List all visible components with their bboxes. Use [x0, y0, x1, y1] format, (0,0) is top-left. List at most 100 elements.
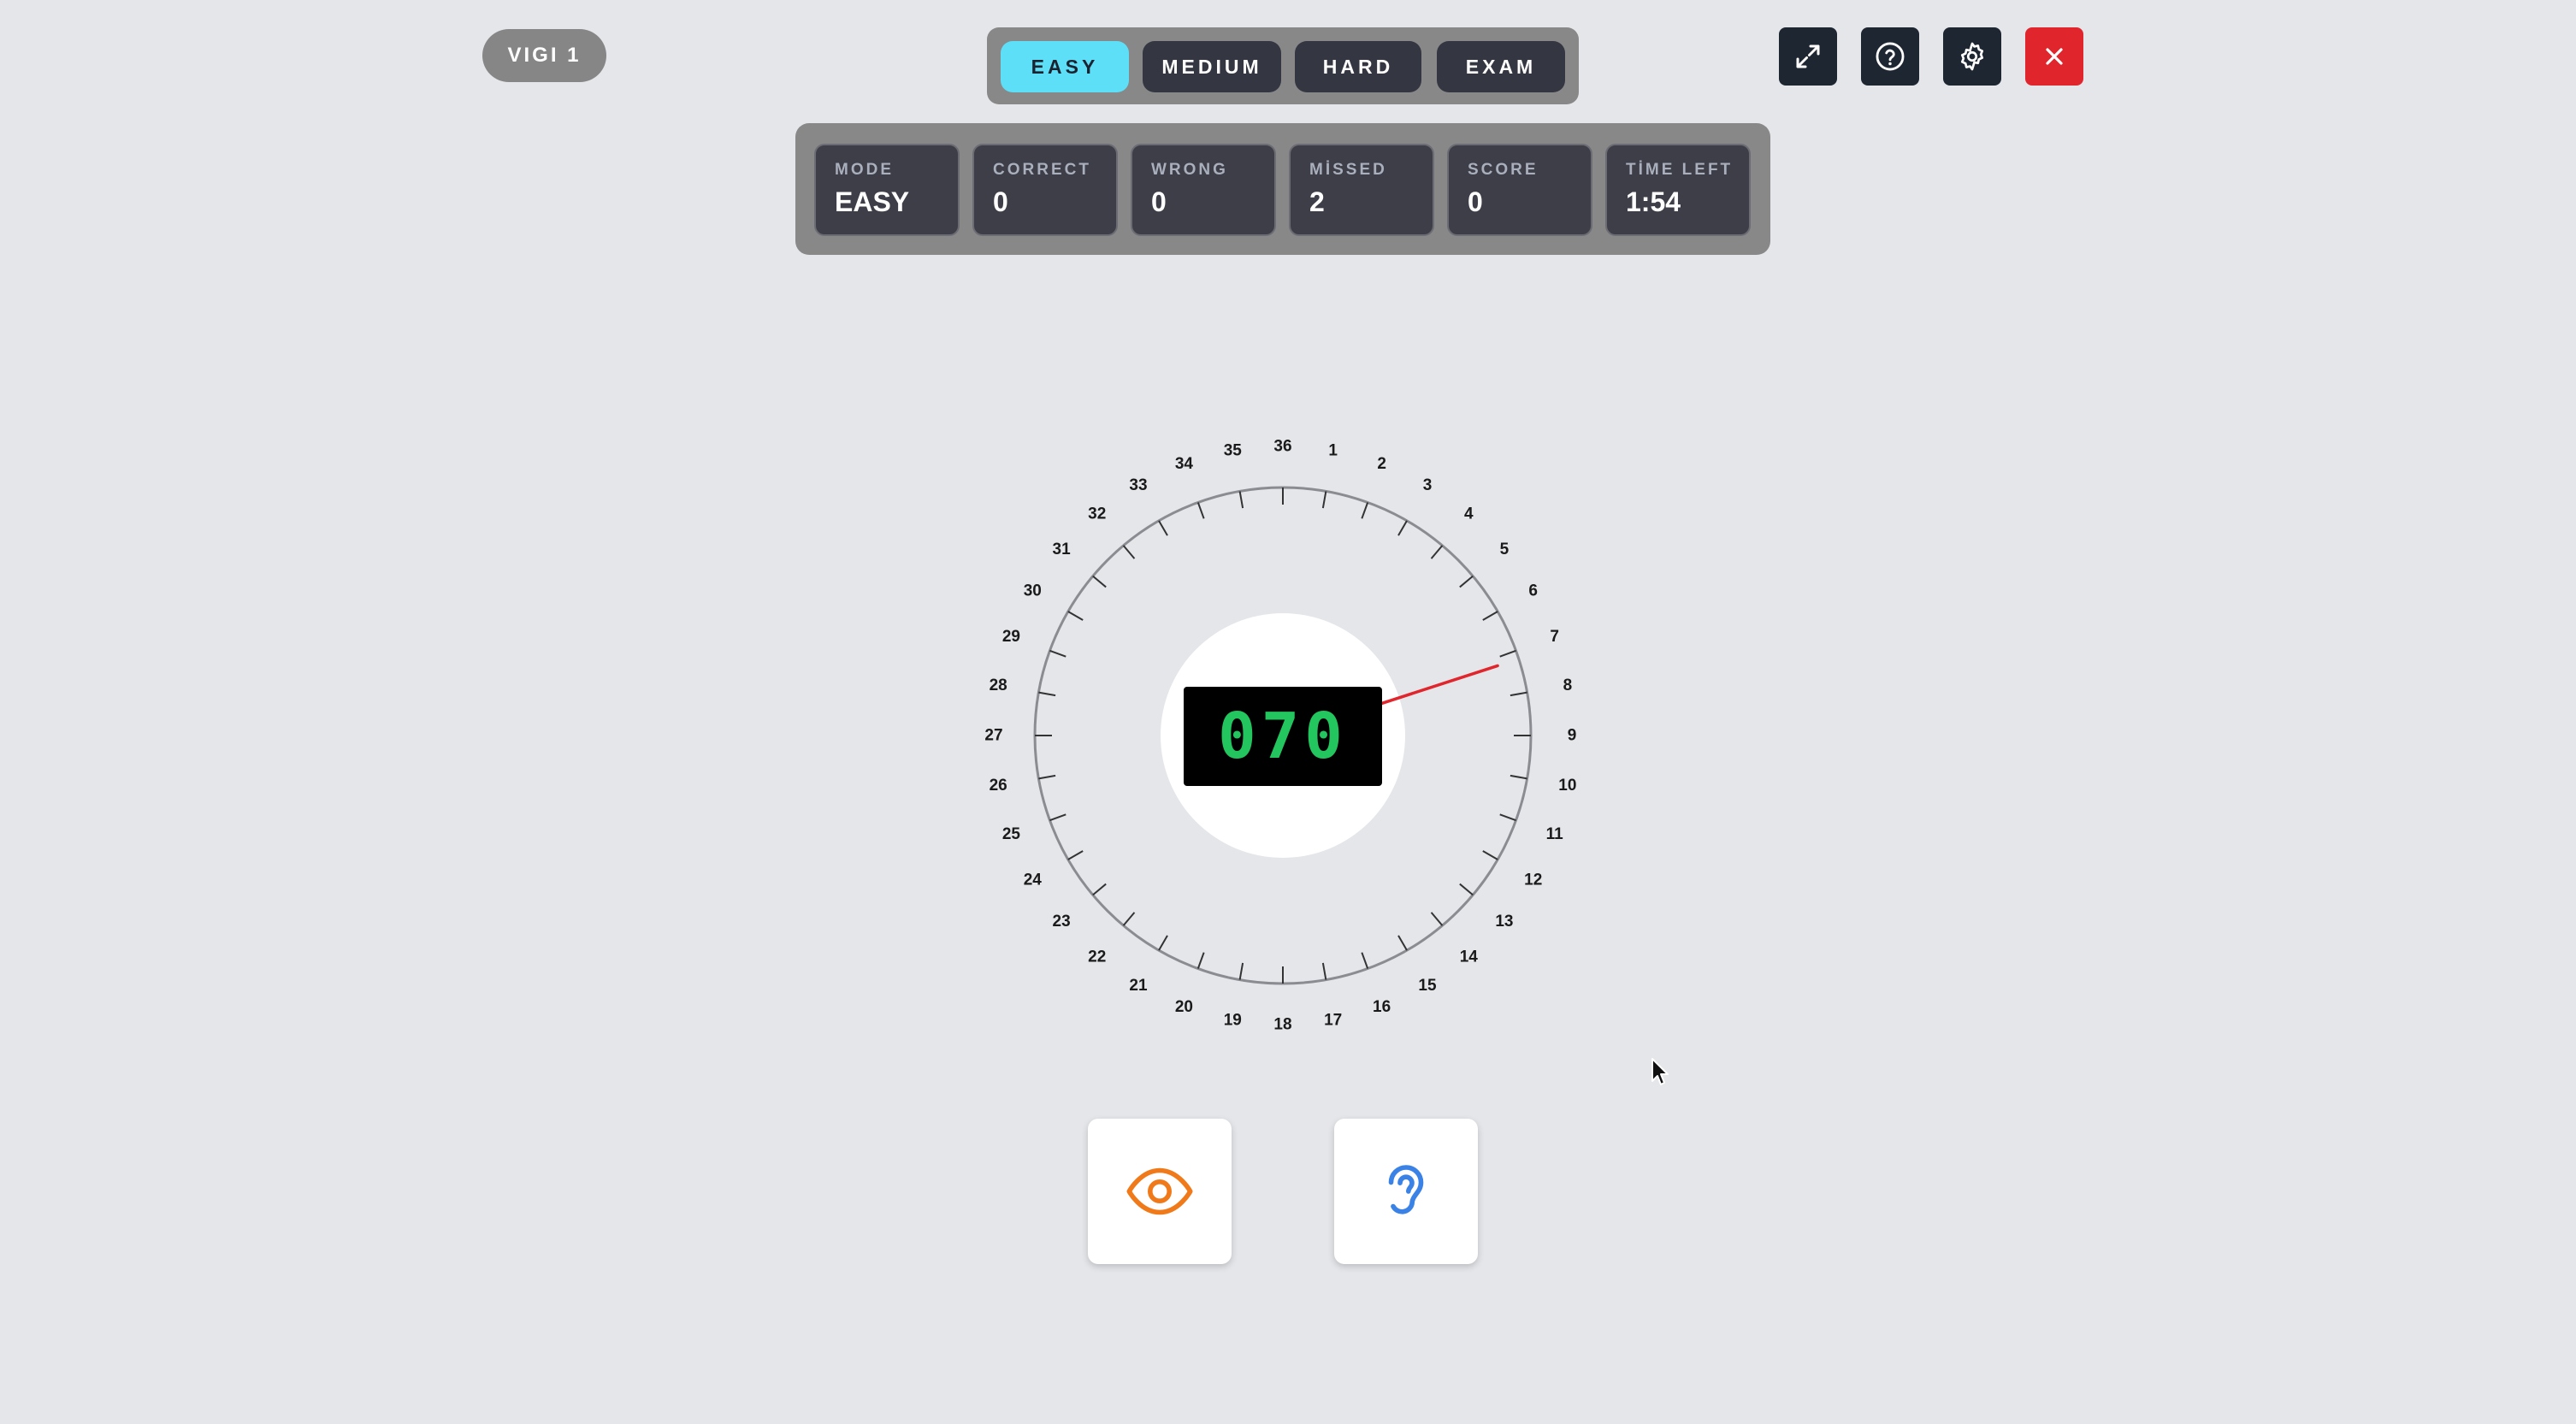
dial-label: 21	[1129, 977, 1148, 995]
dial-label: 17	[1324, 1011, 1342, 1029]
dial-label: 30	[1024, 582, 1042, 600]
dial-label: 9	[1568, 727, 1577, 745]
stat-value: 0	[993, 186, 1008, 217]
dial-label: 16	[1373, 998, 1391, 1016]
dial-label: 25	[1002, 825, 1021, 843]
dial-label: 3	[1423, 476, 1433, 494]
dial-label: 7	[1550, 628, 1559, 646]
stat-wrong: WRONG 0	[1131, 144, 1276, 236]
dial-tick	[1510, 691, 1527, 697]
ear-icon	[1388, 1165, 1424, 1214]
dial-tick	[1238, 491, 1244, 509]
dial-label: 2	[1377, 455, 1386, 473]
dial-label: 33	[1129, 476, 1147, 494]
level-selector: EASY MEDIUM HARD EXAM	[987, 27, 1579, 104]
settings-button[interactable]	[1943, 27, 2001, 86]
stat-label: MİSSED	[1309, 161, 1387, 179]
dial-label: 6	[1528, 582, 1538, 600]
stat-label: WRONG	[1151, 161, 1228, 179]
fullscreen-button[interactable]	[1779, 27, 1837, 86]
stat-time-left: TİME LEFT 1:54	[1605, 144, 1751, 236]
dial-label: 36	[1273, 438, 1291, 456]
audio-response-button[interactable]	[1334, 1119, 1478, 1264]
stats-panel: MODE EASY CORRECT 0 WRONG 0 MİSSED 2 SCO…	[795, 123, 1770, 255]
dial-tick	[1459, 883, 1474, 896]
stat-label: TİME LEFT	[1626, 161, 1734, 179]
eye-icon	[1126, 1167, 1193, 1215]
dial-tick	[1321, 962, 1327, 980]
dial-label: 4	[1464, 505, 1474, 523]
stat-value: 0	[1151, 186, 1167, 217]
visual-response-button[interactable]	[1088, 1119, 1232, 1264]
stat-label: SCORE	[1468, 161, 1539, 179]
dial-tick	[1459, 575, 1474, 588]
heading-display: 070	[1184, 687, 1382, 786]
dial-tick	[1361, 952, 1369, 969]
help-button[interactable]	[1861, 27, 1919, 86]
heading-needle	[1379, 664, 1499, 706]
stat-value: 1:54	[1626, 186, 1681, 217]
stat-value: EASY	[835, 186, 910, 217]
dial-tick	[1158, 520, 1168, 536]
stat-mode: MODE EASY	[814, 144, 960, 236]
dial-label: 28	[990, 677, 1007, 694]
dial-label: 12	[1524, 872, 1542, 889]
dial-tick	[1038, 691, 1056, 697]
dial-tick	[1067, 611, 1084, 621]
stat-value: 0	[1468, 186, 1483, 217]
dial-label: 22	[1088, 948, 1106, 966]
dial-label: 15	[1418, 977, 1437, 995]
dial-tick	[1092, 883, 1107, 896]
dial-label: 35	[1224, 442, 1243, 460]
dial-tick	[1397, 935, 1408, 951]
dial-label: 29	[1002, 628, 1020, 646]
dial-label: 1	[1328, 442, 1338, 460]
dial-label: 26	[990, 777, 1007, 795]
level-medium-button[interactable]: MEDIUM	[1143, 41, 1281, 92]
stat-value: 2	[1309, 186, 1325, 217]
dial-label: 34	[1175, 455, 1194, 473]
dial-tick	[1196, 952, 1205, 969]
level-exam-button[interactable]: EXAM	[1437, 41, 1565, 92]
stat-missed: MİSSED 2	[1289, 144, 1434, 236]
expand-icon	[1796, 44, 1820, 68]
dial-label: 32	[1088, 505, 1106, 523]
dial-tick	[1038, 774, 1056, 780]
dial-tick	[1482, 611, 1498, 621]
dial-label: 11	[1546, 825, 1564, 843]
mouse-cursor-icon	[1651, 1058, 1669, 1085]
dial-tick	[1092, 575, 1107, 588]
dial-tick	[1049, 649, 1066, 658]
dial-label: 19	[1224, 1011, 1242, 1029]
dial-tick	[1361, 502, 1369, 519]
dial-label: 24	[1024, 872, 1043, 889]
stat-correct: CORRECT 0	[972, 144, 1118, 236]
dial-tick	[1158, 935, 1168, 951]
dial-tick	[1430, 912, 1444, 926]
dial-label: 27	[984, 727, 1002, 745]
dial-label: 5	[1500, 541, 1510, 558]
close-button[interactable]	[2025, 27, 2083, 86]
dial-label: 20	[1175, 998, 1193, 1016]
dial-label: 18	[1273, 1016, 1291, 1034]
dial-tick	[1321, 491, 1327, 509]
dial-label: 8	[1563, 677, 1573, 694]
stat-label: CORRECT	[993, 161, 1091, 179]
dial-tick	[1510, 774, 1527, 780]
dial-tick	[1238, 962, 1244, 980]
dial-tick	[1499, 649, 1516, 658]
stat-label: MODE	[835, 161, 894, 179]
dial-tick	[1067, 850, 1084, 860]
dial-label: 13	[1495, 913, 1513, 931]
level-hard-button[interactable]: HARD	[1295, 41, 1421, 92]
dial-tick	[1049, 813, 1066, 822]
dial-label: 23	[1053, 913, 1071, 931]
dial-tick	[1122, 545, 1136, 559]
dial-tick	[1397, 520, 1408, 536]
dial-tick	[1196, 502, 1205, 519]
help-icon	[1876, 42, 1905, 71]
app-title: VIGI 1	[482, 29, 606, 82]
close-icon	[2046, 48, 2063, 65]
level-easy-button[interactable]: EASY	[1001, 41, 1129, 92]
dial-label: 14	[1460, 948, 1479, 966]
